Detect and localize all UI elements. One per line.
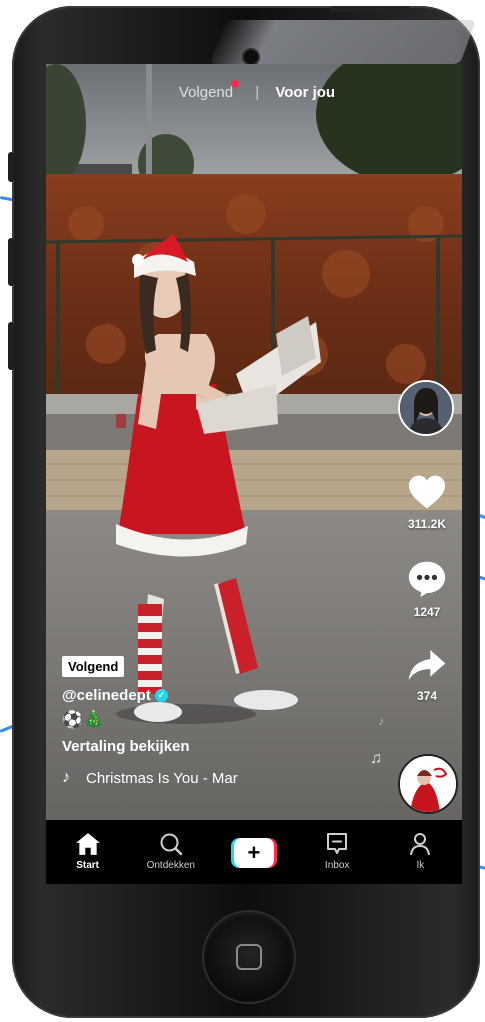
- bottom-navigation: Start Ontdekken + Inbox Ik: [46, 820, 462, 884]
- nav-home[interactable]: Start: [54, 832, 122, 871]
- side-button-volume-up: [8, 238, 14, 286]
- app-screen: Volgend | Voor jou 311.2K 1247 374 ♫ ♪ V…: [46, 64, 462, 884]
- tab-following-label: Volgend: [178, 84, 234, 101]
- nav-create[interactable]: +: [220, 832, 288, 868]
- tab-separator: |: [255, 84, 260, 101]
- create-plus-glyph: +: [233, 838, 274, 868]
- inbox-icon: [327, 833, 348, 854]
- sound-title: Christmas Is You - Mar: [86, 769, 238, 787]
- following-badge[interactable]: Volgend: [62, 656, 125, 677]
- music-note-icon: ♫: [370, 750, 382, 767]
- home-icon: [75, 833, 100, 855]
- power-button: [330, 6, 410, 12]
- verified-icon: ✓: [154, 689, 168, 702]
- tab-for-you[interactable]: Voor jou: [275, 84, 335, 101]
- nav-discover[interactable]: Ontdekken: [137, 832, 205, 871]
- phone-home-button[interactable]: [204, 912, 294, 1002]
- video-caption: Volgend @celinedept ✓ ⚽🎄 Vertaling bekij…: [62, 656, 352, 787]
- like-button[interactable]: 311.2K: [392, 474, 462, 531]
- nav-inbox-label: Inbox: [324, 860, 350, 871]
- share-button[interactable]: 374: [392, 648, 462, 703]
- plus-icon: +: [230, 838, 277, 868]
- like-count: 311.2K: [407, 517, 447, 531]
- heart-icon: [409, 475, 445, 509]
- album-cover-image: [400, 756, 456, 812]
- home-button-square-icon: [236, 944, 262, 970]
- music-note-icon: ♪: [378, 714, 384, 728]
- profile-icon: [410, 833, 431, 856]
- music-note-icon: ♪: [62, 769, 70, 786]
- username-text: @celinedept: [62, 687, 151, 704]
- tab-following[interactable]: Volgend: [173, 80, 240, 101]
- nav-profile[interactable]: Ik: [386, 832, 454, 871]
- nav-inbox[interactable]: Inbox: [303, 832, 371, 871]
- side-button-volume-down: [8, 322, 14, 370]
- share-count: 374: [416, 689, 438, 703]
- live-indicator-dot: [231, 80, 240, 88]
- caption-emojis: ⚽🎄: [62, 710, 105, 729]
- translate-link[interactable]: Vertaling bekijken: [62, 738, 352, 755]
- creator-username[interactable]: @celinedept ✓: [62, 687, 352, 704]
- nav-discover-label: Ontdekken: [146, 860, 195, 871]
- comment-count: 1247: [413, 605, 441, 619]
- creator-avatar[interactable]: [398, 380, 454, 436]
- search-icon: [160, 833, 182, 856]
- nav-profile-label: Ik: [416, 860, 425, 871]
- avatar-image: [400, 382, 452, 434]
- nav-home-label: Start: [76, 860, 99, 871]
- sound-link[interactable]: ♪ Christmas Is You - Mar: [62, 769, 352, 787]
- front-camera: [244, 50, 258, 64]
- comment-icon: [408, 561, 446, 598]
- side-button-mute: [8, 152, 14, 182]
- feed-tabs: Volgend | Voor jou: [46, 80, 462, 101]
- music-disc[interactable]: [398, 754, 458, 814]
- comment-button[interactable]: 1247: [392, 560, 462, 619]
- share-icon: [408, 650, 446, 680]
